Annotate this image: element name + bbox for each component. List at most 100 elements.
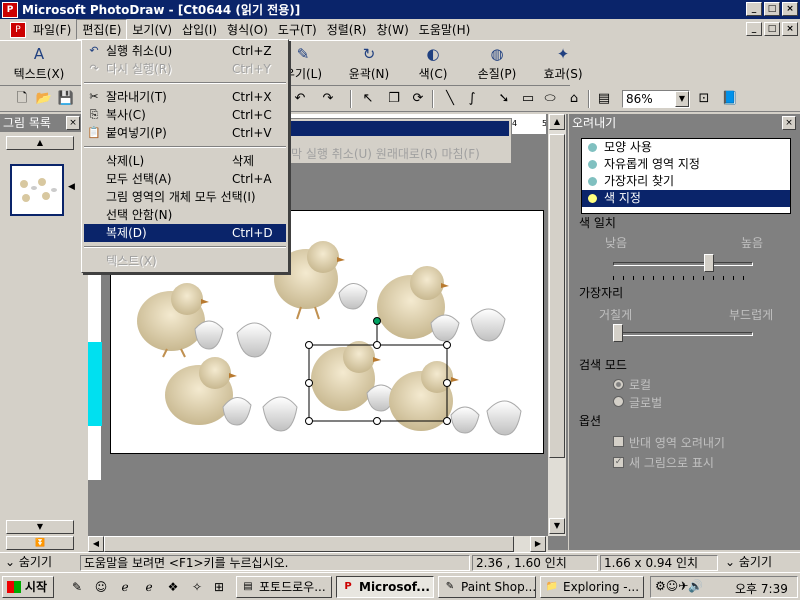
- open-icon[interactable]: 📂: [34, 90, 54, 108]
- menu-item-paste[interactable]: 📋 붙여넣기(P) Ctrl+V: [84, 124, 286, 142]
- search-mode-global-radio[interactable]: [613, 396, 624, 407]
- vertical-scrollbar[interactable]: ▲ ▼: [548, 114, 566, 536]
- edge-slider[interactable]: [613, 332, 753, 336]
- menu-window[interactable]: 창(W): [372, 20, 414, 39]
- quicklaunch-icon-1[interactable]: ✎: [68, 578, 86, 596]
- color-tool-button[interactable]: ◐ 색(C): [400, 45, 466, 82]
- scroll-left-arrow[interactable]: ◀: [88, 536, 104, 552]
- search-mode-label: 검색 모드: [579, 358, 627, 372]
- menu-item-copy[interactable]: ⎘ 복사(C) Ctrl+C: [84, 106, 286, 124]
- scroll-up-button[interactable]: ▲: [6, 136, 74, 150]
- menu-tools[interactable]: 도구(T): [273, 20, 322, 39]
- group-icon[interactable]: ❐: [384, 90, 404, 108]
- scroll-down-button[interactable]: ▼: [6, 520, 74, 534]
- minimize-button[interactable]: _: [746, 2, 762, 16]
- color-match-slider-thumb[interactable]: [704, 254, 714, 272]
- doc-minimize-button[interactable]: _: [746, 22, 762, 36]
- effects-tool-label: 효과(S): [543, 67, 583, 81]
- horizontal-scrollbar[interactable]: ◀ ▶: [88, 536, 548, 552]
- ie-icon[interactable]: ℯ: [116, 578, 134, 596]
- redo-icon[interactable]: ↷: [318, 90, 338, 108]
- undo-panel-actions[interactable]: 막 실행 취소(U) 원래대로(R) 마침(F): [291, 145, 480, 162]
- scroll-thumb[interactable]: [549, 134, 565, 458]
- menu-file[interactable]: 파일(F): [28, 20, 76, 39]
- rotate-icon[interactable]: ⟳: [408, 90, 428, 108]
- list-item[interactable]: 모양 사용: [582, 139, 790, 156]
- new-picture-checkbox[interactable]: ✓: [613, 457, 624, 468]
- picture-list-title: 그림 목록: [3, 116, 51, 130]
- line-icon[interactable]: ╲: [440, 90, 460, 108]
- quicklaunch-icon-5[interactable]: ❖: [164, 578, 182, 596]
- menu-item-delete[interactable]: 삭제(L) 삭제: [84, 152, 286, 170]
- list-item[interactable]: 색 지정: [582, 190, 790, 207]
- document-icon[interactable]: P: [10, 21, 26, 38]
- close-button[interactable]: ×: [782, 2, 798, 16]
- taskbar-item-photodraw-ko[interactable]: ▤ 포토드로우...: [236, 576, 332, 598]
- close-icon[interactable]: ×: [66, 116, 80, 130]
- arrow-icon[interactable]: ➘: [494, 90, 514, 108]
- taskbar-item-microsoft[interactable]: P Microsof...: [336, 576, 434, 598]
- scroll-bottom-button[interactable]: ⏬: [6, 536, 74, 550]
- tray-icons[interactable]: ⚙☺✈🔊: [655, 579, 703, 593]
- scroll-right-arrow[interactable]: ▶: [530, 536, 546, 552]
- taskbar-item-exploring[interactable]: 📁 Exploring -...: [540, 576, 644, 598]
- ellipse-icon[interactable]: ⬭: [540, 90, 560, 108]
- search-mode-local-radio[interactable]: [613, 379, 624, 390]
- menu-arrange[interactable]: 정렬(R): [322, 20, 372, 39]
- start-button[interactable]: 시작: [2, 576, 54, 598]
- erase-icon: ✎: [296, 45, 310, 63]
- list-item[interactable]: 자유롭게 영역 지정: [582, 156, 790, 173]
- cut-out-method-list[interactable]: 모양 사용 자유롭게 영역 지정 가장자리 찾기 색 지정: [581, 138, 791, 214]
- fit-view-icon[interactable]: ⊡: [694, 90, 714, 108]
- doc-close-button[interactable]: ×: [782, 22, 798, 36]
- menu-item-select-all[interactable]: 모두 선택(A) Ctrl+A: [84, 170, 286, 188]
- menu-item-select-all-in-picture[interactable]: 그림 영역의 개체 모두 선택(I): [84, 188, 286, 206]
- zoom-dropdown[interactable]: 86% ▼: [622, 90, 690, 108]
- quicklaunch-icon-2[interactable]: ☺: [92, 578, 110, 596]
- menu-item-duplicate[interactable]: 복제(D) Ctrl+D: [84, 224, 286, 242]
- scroll-down-arrow[interactable]: ▼: [549, 518, 565, 534]
- menu-format[interactable]: 형식(O): [222, 20, 273, 39]
- pointer-icon[interactable]: ↖: [358, 90, 378, 108]
- menu-help[interactable]: 도움말(H): [414, 20, 476, 39]
- menu-insert[interactable]: 삽입(I): [177, 20, 222, 39]
- quicklaunch-icon-7[interactable]: ⊞: [210, 578, 228, 596]
- scroll-up-arrow[interactable]: ▲: [549, 114, 565, 130]
- close-icon[interactable]: ×: [782, 116, 796, 130]
- book-icon[interactable]: 📘: [720, 90, 740, 108]
- curve-icon[interactable]: ∫: [462, 90, 482, 108]
- search-mode-global-label: 글로벌: [629, 396, 663, 410]
- chick-1: [137, 283, 209, 358]
- taskbar-item-paintshop[interactable]: ✎ Paint Shop...: [438, 576, 536, 598]
- rectangle-icon[interactable]: ▭: [518, 90, 538, 108]
- effects-tool-button[interactable]: ✦ 효과(S): [530, 45, 596, 82]
- menu-view[interactable]: 보기(V): [127, 20, 177, 39]
- outlook-icon[interactable]: ℯ: [140, 578, 158, 596]
- hide-left-button[interactable]: ⌄ 숨기기: [2, 555, 78, 571]
- menu-item-select-none[interactable]: 선택 안함(N): [84, 206, 286, 224]
- invert-checkbox[interactable]: [613, 436, 624, 447]
- photodraw-app-icon[interactable]: P: [2, 1, 18, 18]
- doc-restore-button[interactable]: □: [764, 22, 780, 36]
- title-bar[interactable]: P Microsoft PhotoDraw - [Ct0644 (읽기 전용)]…: [0, 0, 800, 19]
- new-icon[interactable]: 🗋: [12, 90, 32, 108]
- shape-icon[interactable]: ⌂: [564, 90, 584, 108]
- print-icon[interactable]: ▤: [594, 90, 614, 108]
- menu-item-undo[interactable]: ↶ 실행 취소(U) Ctrl+Z: [84, 42, 286, 60]
- menu-edit[interactable]: 편집(E): [76, 19, 128, 40]
- edge-slider-thumb[interactable]: [613, 324, 623, 342]
- hide-right-button[interactable]: ⌄ 숨기기: [722, 555, 798, 571]
- save-icon[interactable]: 💾: [56, 90, 76, 108]
- outline-tool-button[interactable]: ↻ 윤곽(N): [336, 45, 402, 82]
- undo-icon[interactable]: ↶: [290, 90, 310, 108]
- menu-item-cut[interactable]: ✂ 잘라내기(T) Ctrl+X: [84, 88, 286, 106]
- maximize-button[interactable]: □: [764, 2, 780, 16]
- chevron-down-icon[interactable]: ▼: [675, 91, 689, 107]
- quicklaunch-icon-6[interactable]: ✧: [188, 578, 206, 596]
- text-tool-button[interactable]: A 텍스트(X): [6, 45, 72, 82]
- list-item[interactable]: 가장자리 찾기: [582, 173, 790, 190]
- color-match-slider[interactable]: [613, 262, 753, 266]
- picture-thumbnail[interactable]: [10, 164, 64, 216]
- touchup-tool-button[interactable]: ◍ 손질(P): [464, 45, 530, 82]
- hscroll-thumb[interactable]: [104, 536, 514, 552]
